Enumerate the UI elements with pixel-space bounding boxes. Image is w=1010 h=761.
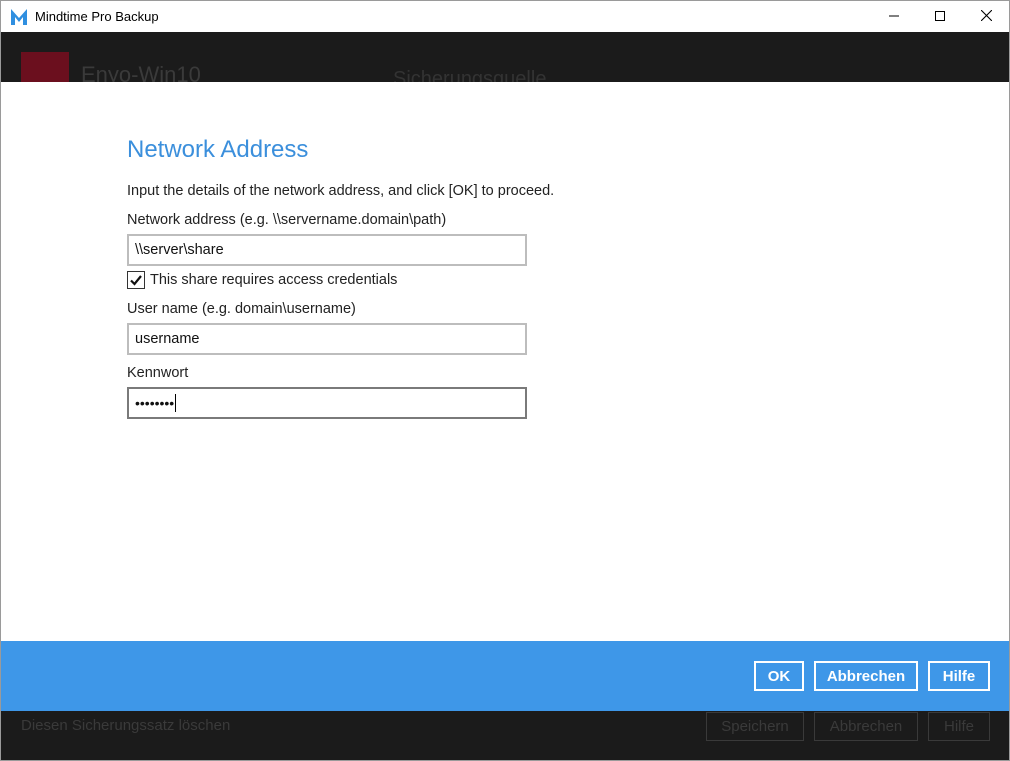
background-cancel-button: Abbrechen xyxy=(814,712,918,741)
password-masked-value: •••••••• xyxy=(135,395,175,411)
username-input[interactable] xyxy=(127,323,527,355)
close-button[interactable] xyxy=(963,1,1009,32)
dialog-intro-text: Input the details of the network address… xyxy=(127,183,555,199)
window-title: Mindtime Pro Backup xyxy=(35,9,159,24)
cancel-button[interactable]: Abbrechen xyxy=(814,661,918,691)
ok-button[interactable]: OK xyxy=(754,661,804,691)
password-label: Kennwort xyxy=(127,365,189,381)
credentials-checkbox-row[interactable]: This share requires access credentials xyxy=(127,271,397,289)
network-address-label: Network address (e.g. \\servername.domai… xyxy=(127,212,447,228)
background-section-title: Sicherungsquelle xyxy=(393,68,547,82)
background-save-button: Speichern xyxy=(706,712,804,741)
password-input[interactable]: •••••••• xyxy=(127,387,527,419)
background-delete-link: Diesen Sicherungssatz löschen xyxy=(21,717,231,734)
credentials-checkbox-label: This share requires access credentials xyxy=(150,272,398,288)
maximize-button[interactable] xyxy=(917,1,963,32)
background-help-button: Hilfe xyxy=(928,712,990,741)
maximize-icon xyxy=(935,8,945,26)
background-footer: Diesen Sicherungssatz löschen Speichern … xyxy=(1,711,1009,760)
background-header: Enyo-Win10 Sicherungsquelle xyxy=(1,32,1009,82)
background-backup-set-name: Enyo-Win10 xyxy=(81,62,201,82)
network-address-input[interactable] xyxy=(127,234,527,266)
credentials-checkbox[interactable] xyxy=(127,271,145,289)
app-window: Mindtime Pro Backup Enyo-Win10 Sicherung… xyxy=(0,0,1010,761)
mindtime-logo-icon xyxy=(9,7,29,27)
network-address-dialog: Network Address Input the details of the… xyxy=(1,82,1009,641)
dialog-footer: OK Abbrechen Hilfe xyxy=(1,641,1009,711)
checkmark-icon xyxy=(130,275,142,286)
minimize-icon xyxy=(889,8,899,26)
username-label: User name (e.g. domain\username) xyxy=(127,301,356,317)
help-button[interactable]: Hilfe xyxy=(928,661,990,691)
backup-set-icon xyxy=(21,52,69,82)
close-icon xyxy=(980,8,992,26)
dialog-title: Network Address xyxy=(127,136,309,163)
title-bar: Mindtime Pro Backup xyxy=(1,1,1009,32)
window-controls xyxy=(871,1,1009,32)
text-caret xyxy=(175,394,177,412)
minimize-button[interactable] xyxy=(871,1,917,32)
